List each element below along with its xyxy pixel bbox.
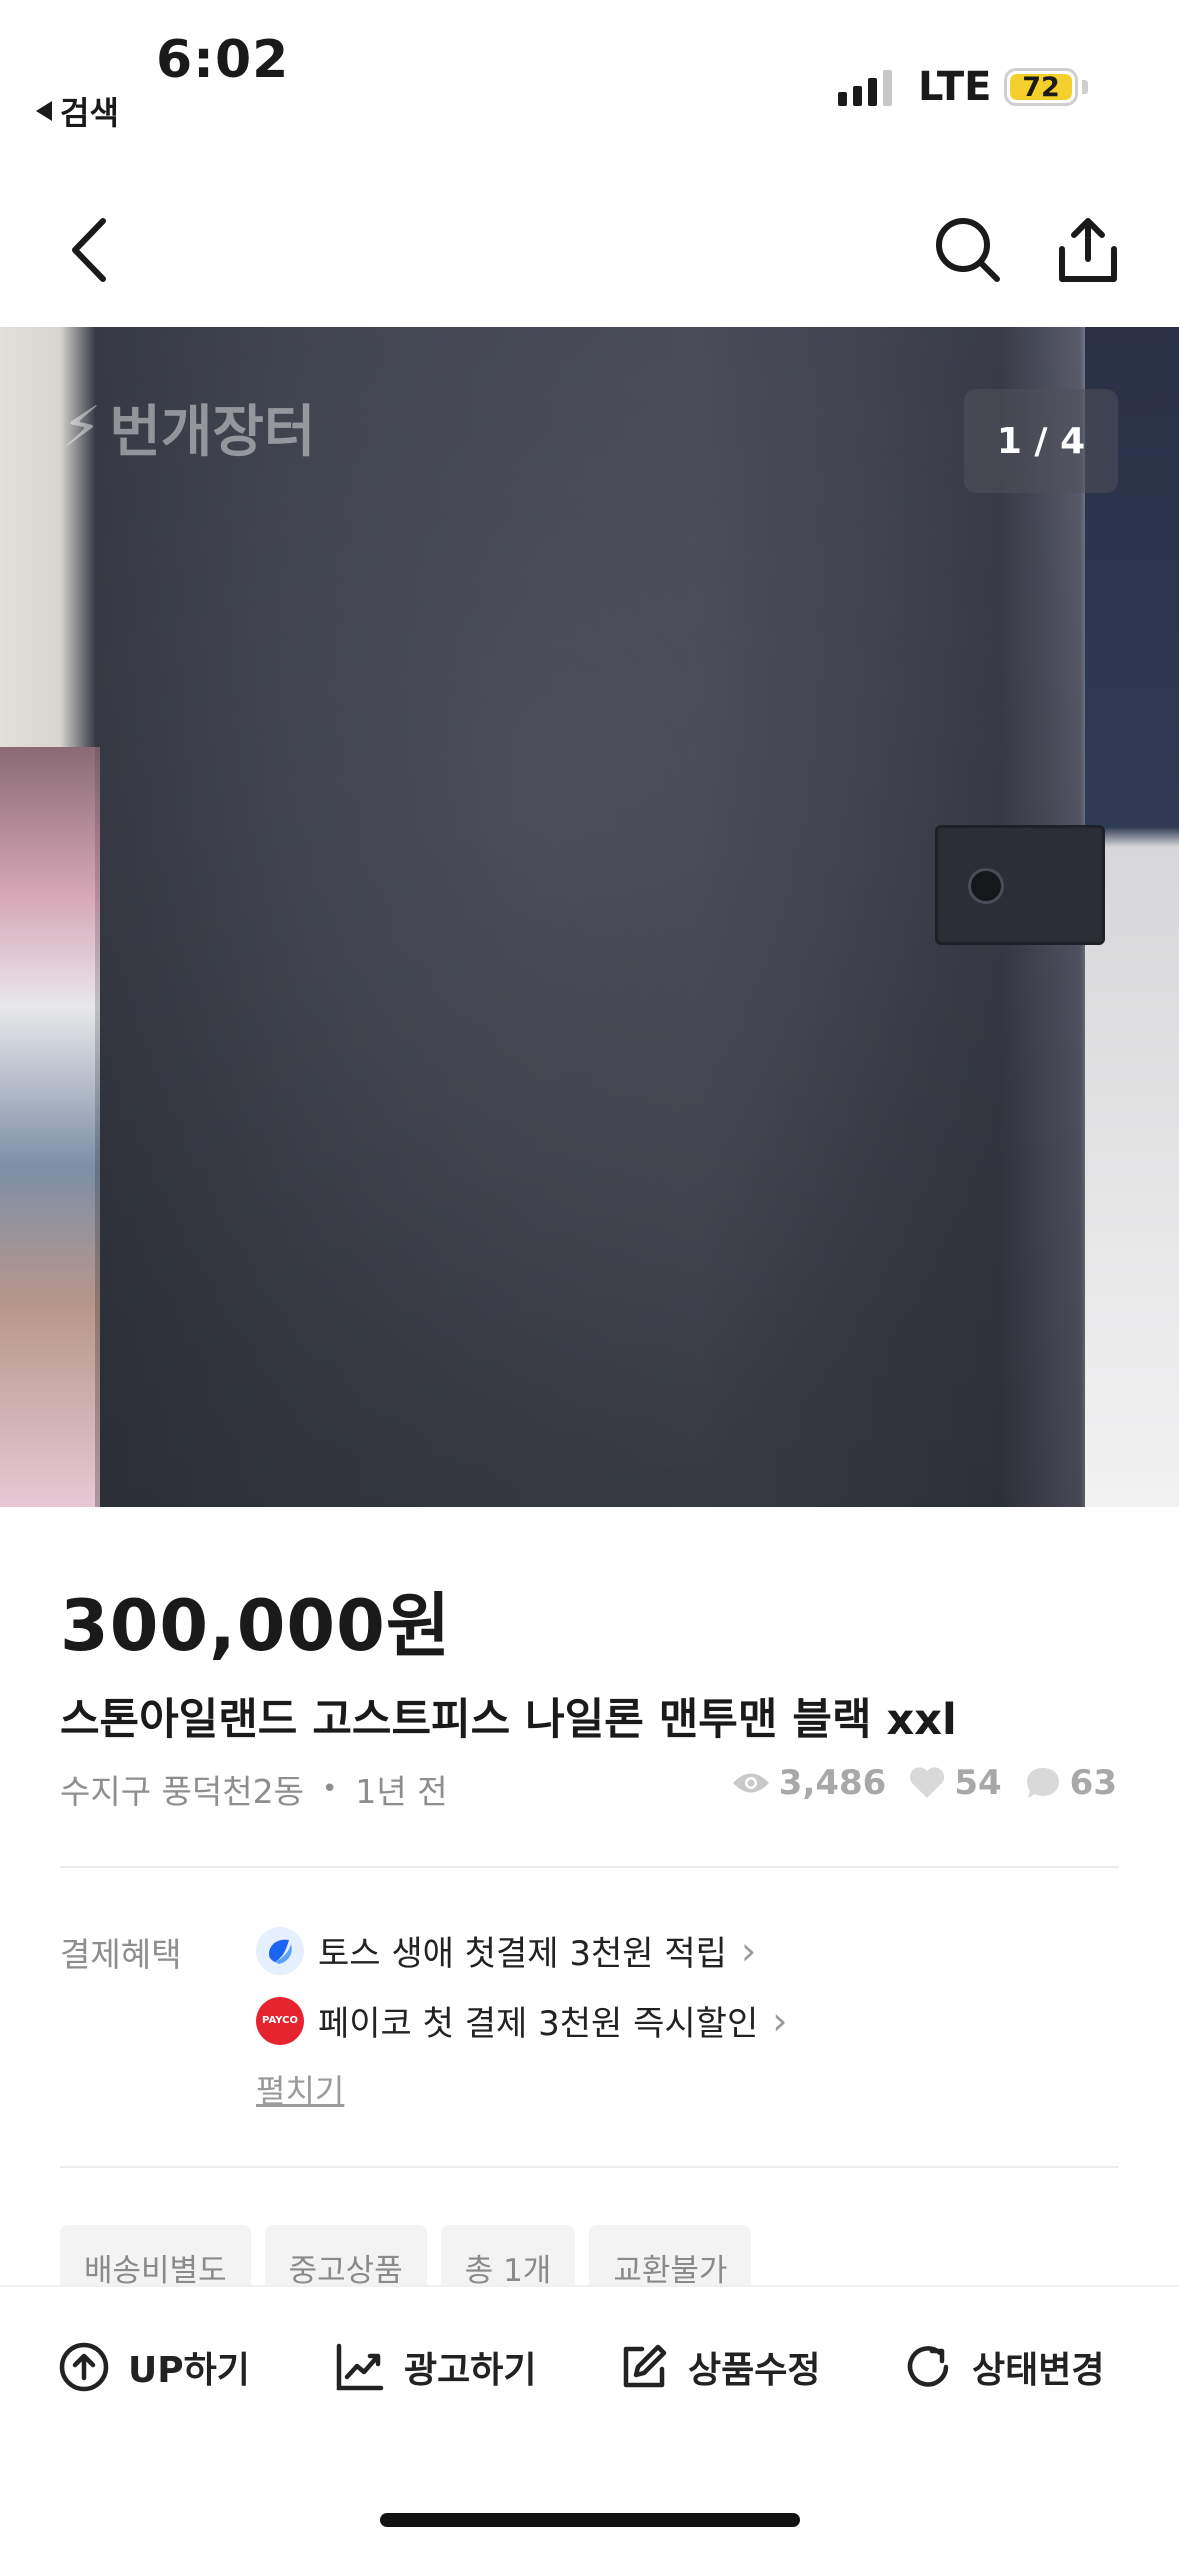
product-image-carousel[interactable]: ⚡ 번개장터 1 / 4 [0,327,1179,1507]
views-count: 3,486 [778,1763,887,1803]
eye-icon [732,1773,769,1793]
product-stats: 3,486 54 63 [731,1763,1117,1803]
watermark-text: 번개장터 [109,400,316,465]
back-to-app-link[interactable]: 검색 [36,88,119,134]
chevron-left-icon [72,218,106,282]
watermark: ⚡ 번개장터 [62,387,315,468]
image-page-counter: 1 / 4 [964,389,1118,493]
status-bar: 6:02 검색 LTE 72 [0,0,1179,150]
payco-benefit-text: 페이코 첫 결제 3천원 즉시할인 [318,2004,759,2044]
up-label: UP하기 [128,2350,250,2391]
payment-benefits-label: 결제혜택 [60,1935,182,1974]
chevron-right-icon: › [772,1998,788,2043]
battery-level: 72 [1010,72,1072,103]
toss-benefit-text: 토스 생애 첫결제 3천원 적립 [318,1934,727,1974]
background-shelf [0,747,100,1507]
back-triangle-icon [36,101,52,121]
posted-time: 1년 전 [355,1772,448,1811]
refresh-icon [907,2346,949,2387]
back-button[interactable] [50,210,130,290]
toss-benefit-link[interactable]: 토스 생애 첫결제 3천원 적립 › [256,1926,756,1975]
toss-icon [256,1926,304,1975]
edit-product-label: 상품수정 [688,2350,821,2391]
chevron-right-icon: › [740,1928,757,1973]
expand-benefits-link[interactable]: 펼치기 [256,2066,344,2112]
chats-count: 63 [1069,1763,1117,1803]
advertise-button[interactable]: 광고하기 [334,2341,536,2393]
product-title: 스톤아일랜드 고스트피스 나일론 맨투맨 블랙 xxl [60,1695,957,1745]
edit-icon [623,2344,667,2388]
up-button[interactable]: UP하기 [58,2341,250,2393]
separator-dot: • [322,1774,338,1804]
battery-icon: 72 [1004,68,1078,106]
status-time: 6:02 [156,30,290,90]
battery-nub [1082,80,1088,94]
advertise-label: 광고하기 [404,2350,537,2391]
back-app-label: 검색 [60,94,119,132]
change-status-button[interactable]: 상태변경 [902,2341,1104,2393]
search-icon [936,218,1000,282]
heart-icon [910,1767,945,1798]
trending-chart-icon [336,2343,384,2391]
change-status-label: 상태변경 [972,2350,1105,2391]
divider [60,1866,1119,1868]
nav-bar [0,150,1179,327]
likes-stat: 54 [908,1763,1002,1803]
product-meta: 수지구 풍덕천2동 • 1년 전 [60,1765,448,1813]
chat-bubble-icon [1026,1768,1059,1798]
edit-product-button[interactable]: 상품수정 [618,2341,820,2393]
arm-badge [935,825,1105,945]
share-button[interactable] [1048,210,1128,290]
location[interactable]: 수지구 풍덕천2동 [60,1765,304,1813]
product-price: 300,000원 [60,1585,452,1667]
arrow-up-circle-icon [59,2342,109,2392]
payco-icon: PAYCO [256,1996,304,2045]
bolt-icon: ⚡ [62,395,102,460]
chats-stat: 63 [1024,1763,1117,1803]
signal-icon [838,68,892,106]
search-button[interactable] [928,210,1008,290]
home-indicator[interactable] [380,2513,800,2527]
payco-benefit-link[interactable]: PAYCO 페이코 첫 결제 3천원 즉시할인 › [256,1996,787,2045]
likes-count: 54 [954,1763,1002,1803]
network-label: LTE [918,64,992,110]
views-stat: 3,486 [731,1763,887,1803]
share-icon [1059,218,1117,282]
divider [60,2166,1119,2168]
